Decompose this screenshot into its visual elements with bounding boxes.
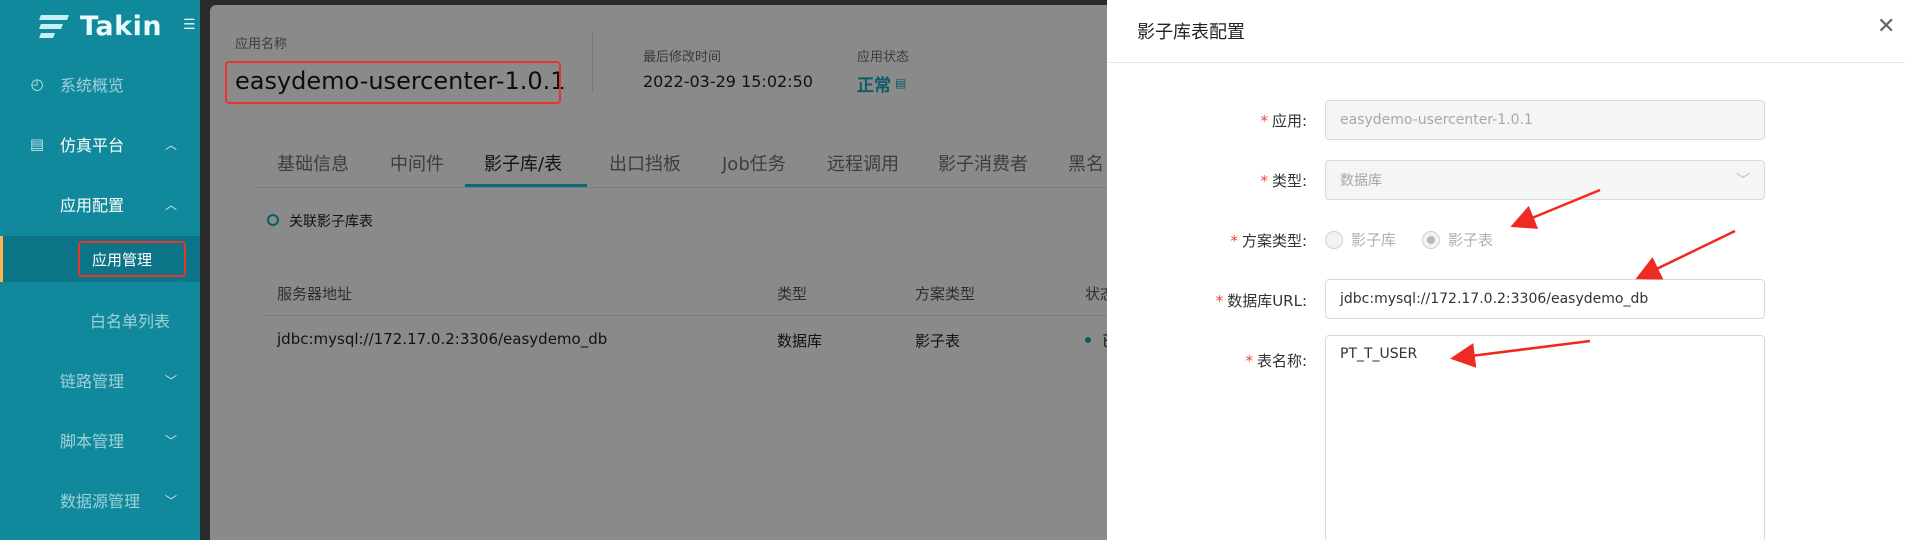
highlight-box	[78, 241, 186, 277]
cell-server: jdbc:mysql://172.17.0.2:3306/easydemo_db	[277, 330, 608, 348]
field-label-text: 数据库URL:	[1227, 292, 1307, 310]
radio-shadow-table: 影子表	[1422, 229, 1493, 250]
section-title: 关联影子库表	[289, 214, 373, 230]
active-tab-indicator	[465, 184, 587, 187]
status-dot-icon	[1085, 337, 1091, 343]
chevron-down-icon: ﹀	[1736, 173, 1750, 189]
shadow-table-config-drawer: 影子库表配置 ✕ * 应用: easydemo-usercenter-1.0.1 …	[1107, 0, 1905, 540]
tab-blacklist[interactable]: 黑名	[1068, 150, 1104, 176]
radio-circle-icon	[1325, 230, 1343, 249]
modified-value: 2022-03-29 15:02:50	[643, 72, 813, 91]
modified-label: 最后修改时间	[643, 50, 722, 65]
highlight-box	[225, 61, 561, 104]
required-marker: *	[1245, 352, 1253, 370]
tab-job[interactable]: Job任务	[722, 150, 786, 176]
takin-logo-icon	[39, 13, 70, 39]
column-header-type: 类型	[777, 285, 808, 303]
sidebar-item-label: 白名单列表	[90, 312, 171, 331]
radio-label: 影子表	[1448, 231, 1494, 249]
type-field-label: * 类型:	[1107, 170, 1307, 191]
chevron-up-icon: ︿	[165, 137, 178, 152]
app-field: easydemo-usercenter-1.0.1	[1325, 100, 1765, 140]
brand-logo[interactable]: Takin	[39, 8, 163, 44]
chevron-down-icon: ﹀	[165, 493, 178, 508]
sidebar-item-link-management[interactable]: 链路管理 ﹀	[0, 358, 200, 402]
radio-checked-icon	[1422, 230, 1440, 249]
menu-collapse-icon[interactable]: ☰	[183, 18, 199, 32]
required-marker: *	[1260, 172, 1268, 190]
section-marker-icon	[267, 214, 279, 226]
cell-scheme: 影子表	[915, 332, 961, 350]
type-select-value: 数据库	[1340, 173, 1382, 189]
platform-icon: ▤	[29, 135, 45, 153]
sidebar-item-label: 仿真平台	[60, 136, 125, 155]
tab-remote-call[interactable]: 远程调用	[827, 150, 899, 176]
sidebar-item-label: 链路管理	[60, 372, 125, 391]
radio-label: 影子库	[1351, 231, 1397, 249]
sidebar-item-label: 脚本管理	[60, 432, 125, 451]
sidebar-item-app-config[interactable]: 应用配置 ︿	[0, 182, 200, 226]
sidebar-item-label: 系统概览	[60, 76, 125, 95]
chevron-down-icon: ﹀	[165, 373, 178, 388]
status-label: 应用状态	[857, 50, 910, 65]
sidebar-item-label: 数据源管理	[60, 492, 141, 511]
type-select: 数据库 ﹀	[1325, 160, 1765, 200]
field-label-text: 类型:	[1271, 172, 1307, 190]
brand-name: Takin	[80, 10, 163, 42]
status-badge: 正常	[857, 76, 891, 96]
sidebar-item-label: 应用配置	[60, 196, 125, 215]
field-label-text: 表名称:	[1256, 352, 1307, 370]
drawer-title: 影子库表配置	[1137, 22, 1245, 43]
close-icon[interactable]: ✕	[1877, 16, 1895, 38]
tab-basic-info[interactable]: 基础信息	[277, 150, 349, 176]
tab-middleware[interactable]: 中间件	[390, 150, 444, 176]
divider	[592, 32, 593, 92]
dashboard-icon: ◴	[30, 75, 44, 93]
status-detail-icon[interactable]: ▤	[895, 76, 906, 90]
required-marker: *	[1260, 112, 1268, 130]
app-field-label: * 应用:	[1107, 110, 1307, 131]
chevron-up-icon: ︿	[165, 197, 178, 212]
sidebar-item-datasource-management[interactable]: 数据源管理 ﹀	[0, 478, 200, 522]
sidebar-item-whitelist[interactable]: 白名单列表	[0, 298, 200, 342]
radio-shadow-db: 影子库	[1325, 229, 1396, 250]
url-field-label: * 数据库URL:	[1107, 290, 1307, 311]
cell-type: 数据库	[777, 332, 823, 350]
tab-shadow-db[interactable]: 影子库/表	[484, 150, 562, 176]
tab-exit-baffle[interactable]: 出口挡板	[609, 150, 681, 176]
table-name-textarea[interactable]: PT_T_USER	[1325, 335, 1765, 540]
column-header-server: 服务器地址	[277, 285, 353, 303]
required-marker: *	[1215, 292, 1224, 310]
sidebar-item-overview[interactable]: ◴ 系统概览	[0, 62, 200, 106]
table-name-label: * 表名称:	[1107, 350, 1307, 371]
app-name-label: 应用名称	[235, 37, 288, 52]
scheme-field-label: * 方案类型:	[1107, 230, 1307, 251]
database-url-input[interactable]: jdbc:mysql://172.17.0.2:3306/easydemo_db	[1325, 279, 1765, 319]
sidebar-item-script-management[interactable]: 脚本管理 ﹀	[0, 418, 200, 462]
field-label-text: 应用:	[1271, 112, 1307, 130]
sidebar-item-platform[interactable]: ▤ 仿真平台 ︿	[0, 122, 200, 166]
tab-shadow-consumer[interactable]: 影子消费者	[938, 150, 1028, 176]
column-header-scheme: 方案类型	[915, 285, 976, 303]
required-marker: *	[1230, 232, 1238, 250]
field-label-text: 方案类型:	[1241, 232, 1307, 250]
drawer-header-divider	[1107, 62, 1905, 63]
chevron-down-icon: ﹀	[165, 433, 178, 448]
table-header-divider	[265, 315, 1130, 316]
